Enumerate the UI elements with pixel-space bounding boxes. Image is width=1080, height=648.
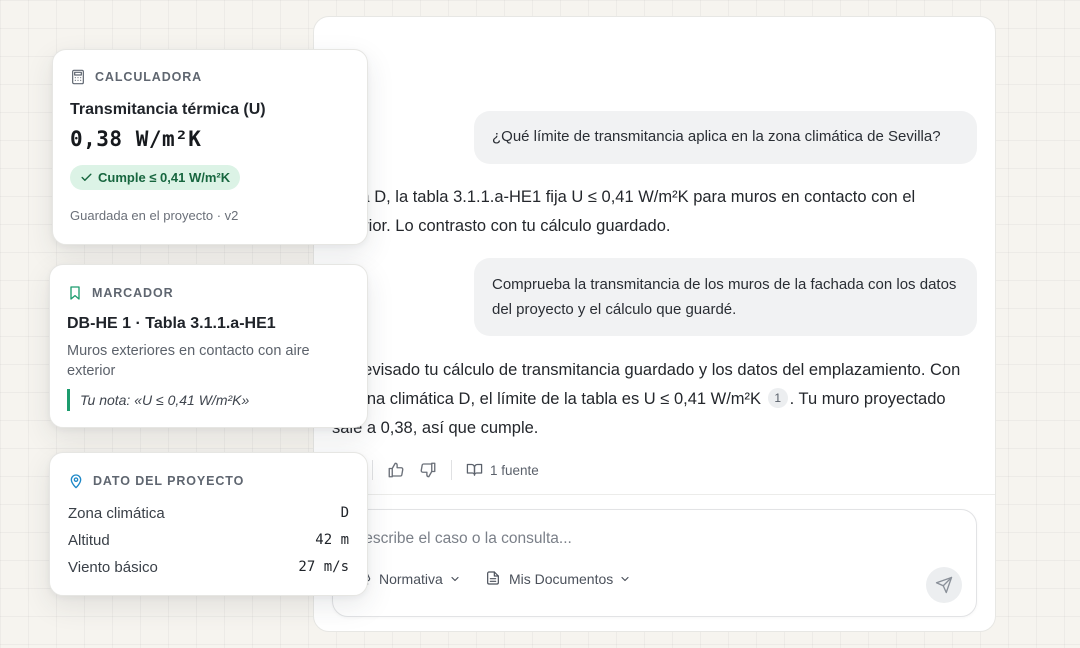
bookmark-title: DB-HE 1 · Tabla 3.1.1.a-HE1 [67,315,276,332]
project-row-value: 42 m [315,532,349,548]
calculator-icon [70,69,86,85]
bookmark-card-header: MARCADOR [67,285,174,301]
bookmark-note: Tu nota: «U ≤ 0,41 W/m²K» [67,389,249,411]
project-row: Zona climática D [68,505,349,522]
project-row-value: 27 m/s [298,559,349,575]
sources-button[interactable]: 1 fuente [466,461,539,479]
citation-badge[interactable]: 1 [767,388,788,408]
calculator-title: Transmitancia térmica (U) [70,101,266,118]
thumbs-up-icon[interactable] [387,461,405,479]
composer: Describe el caso o la consulta... Normat… [332,509,977,617]
assistant-message-1: Zona D, la tabla 3.1.1.a-HE1 fija U ≤ 0,… [332,188,916,235]
bookmark-description: Muros exteriores en contacto con aire ex… [67,343,310,379]
status-badge-label: Cumple ≤ 0,41 W/m²K [98,170,231,185]
bookmark-card[interactable]: MARCADOR DB-HE 1 · Tabla 3.1.1.a-HE1 Mur… [49,264,368,428]
action-divider [451,460,452,480]
normativa-dropdown[interactable]: Normativa [355,570,461,588]
calculator-value: 0,38 W/m²K [70,127,202,151]
calculator-card-header: CALCULADORA [70,69,202,85]
status-badge: Cumple ≤ 0,41 W/m²K [70,165,241,190]
thumbs-down-icon[interactable] [419,461,437,479]
project-row: Altitud 42 m [68,532,349,549]
action-divider [372,460,373,480]
calculator-footer: Guardada en el proyecto · v2 [70,208,239,223]
send-button[interactable] [926,567,962,603]
project-row-label: Altitud [68,532,110,549]
project-row: Viento básico 27 m/s [68,559,349,576]
chat-divider [314,494,995,495]
document-icon [485,570,503,588]
chat-panel: ¿Qué límite de transmitancia aplica en l… [313,16,996,632]
message-actions: 1 fuente [340,457,539,483]
check-icon [80,171,93,184]
normativa-label: Normativa [379,571,443,587]
project-row-label: Zona climática [68,505,165,522]
documentos-dropdown[interactable]: Mis Documentos [485,570,631,588]
assistant-message-2: He revisado tu cálculo de transmitancia … [332,356,972,443]
chevron-down-icon [619,573,631,585]
project-card-header: DATO DEL PROYECTO [68,473,244,489]
project-row-value: D [340,505,349,521]
documentos-label: Mis Documentos [509,571,614,587]
book-icon [466,461,484,479]
project-row-label: Viento básico [68,559,158,576]
calculator-card[interactable]: CALCULADORA Transmitancia térmica (U) 0,… [52,49,368,245]
chevron-down-icon [449,573,461,585]
user-message-1: ¿Qué límite de transmitancia aplica en l… [474,111,977,164]
project-data-card[interactable]: DATO DEL PROYECTO Zona climática D Altit… [49,452,368,596]
project-heading: DATO DEL PROYECTO [93,474,245,488]
map-pin-icon [68,473,84,489]
user-message-2: Comprueba la transmitancia de los muros … [474,258,977,336]
bookmark-heading: MARCADOR [92,286,174,300]
sources-label: 1 fuente [490,462,539,478]
composer-input[interactable]: Describe el caso o la consulta... [353,530,572,548]
calculator-heading: CALCULADORA [95,70,203,84]
bookmark-icon [67,285,83,301]
send-icon [935,576,953,594]
